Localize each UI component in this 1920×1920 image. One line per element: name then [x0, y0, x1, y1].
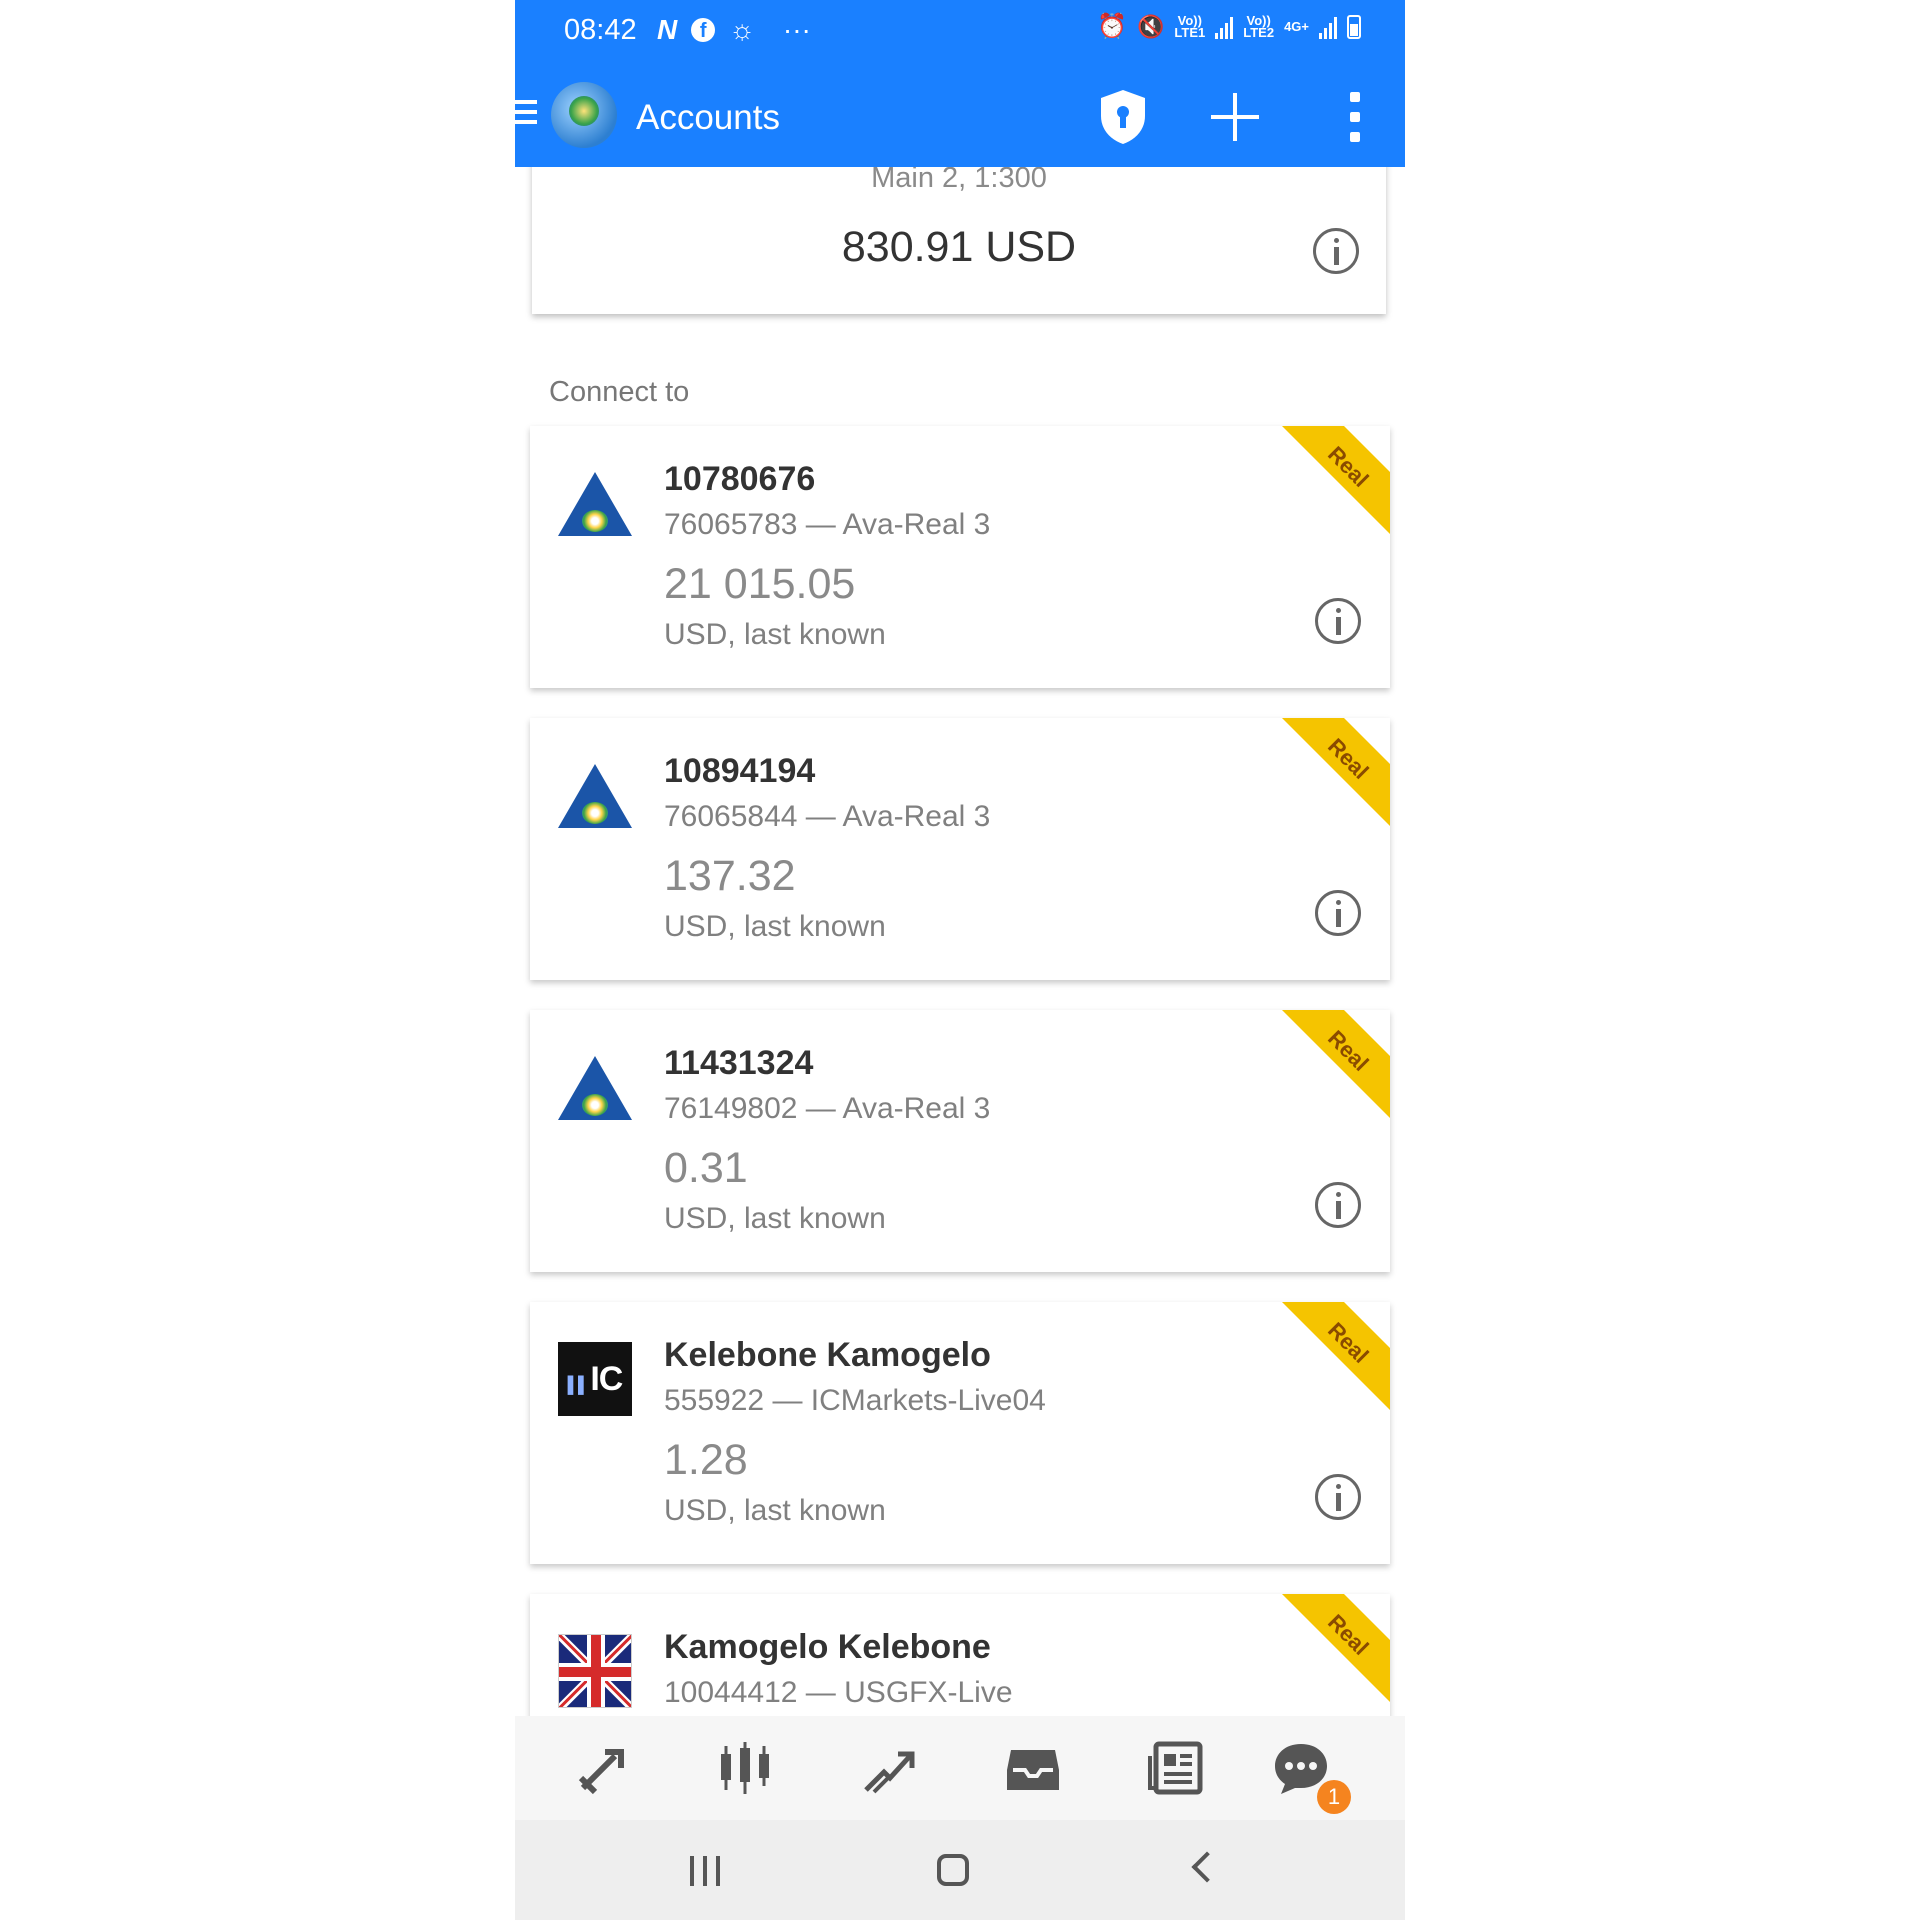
info-icon[interactable] — [1315, 1182, 1361, 1228]
mute-icon: 🔇 — [1137, 13, 1165, 39]
icmarkets-logo: ▌▌IC — [558, 1342, 632, 1416]
account-currency: USD, last known — [664, 1494, 886, 1527]
account-card[interactable]: ▌▌IC Kelebone Kamogelo 555922 — ICMarket… — [530, 1302, 1390, 1564]
ava-logo — [558, 466, 632, 540]
account-balance: 21 015.05 — [664, 560, 856, 608]
system-navigation-bar — [515, 1820, 1405, 1920]
account-currency: USD, last known — [664, 618, 886, 651]
recents-button[interactable] — [690, 1856, 724, 1886]
facebook-icon: f — [691, 18, 716, 42]
trade-icon[interactable] — [860, 1740, 920, 1796]
account-server: 76065844 — Ava-Real 3 — [664, 800, 991, 833]
system-status-icons: ⏰ 🔇 Vo)) LTE1 Vo)) LTE2 4G+ — [1097, 12, 1361, 41]
section-label: Connect to — [549, 376, 690, 408]
account-currency: USD, last known — [664, 910, 886, 943]
volte-lte1-indicator: Vo)) LTE1 — [1174, 12, 1206, 40]
volte-lte2-indicator: Vo)) LTE2 — [1243, 12, 1275, 40]
n-icon: N — [657, 14, 678, 45]
battery-icon — [1347, 14, 1361, 39]
account-balance: 137.32 — [664, 852, 796, 900]
real-badge: Real — [1282, 1594, 1390, 1702]
network-type-indicator: 4G+ — [1284, 18, 1309, 34]
account-card[interactable]: 10780676 76065783 — Ava-Real 3 21 015.05… — [530, 426, 1390, 688]
account-card[interactable]: 11431324 76149802 — Ava-Real 3 0.31 USD,… — [530, 1010, 1390, 1272]
current-account-card[interactable]: Main 2, 1:300 830.91 USD — [532, 150, 1386, 314]
notification-icons: N f ☼ ··· — [657, 14, 811, 46]
account-server: 76149802 — Ava-Real 3 — [664, 1092, 991, 1125]
real-badge: Real — [1282, 1302, 1390, 1410]
home-button[interactable] — [937, 1854, 969, 1886]
security-shield-button[interactable] — [1095, 88, 1151, 146]
account-balance: 1.28 — [664, 1436, 748, 1484]
status-time: 08:42 — [564, 14, 637, 46]
real-badge: Real — [1282, 1010, 1390, 1118]
account-name: 11431324 — [664, 1044, 814, 1082]
app-header: 08:42 N f ☼ ··· ⏰ 🔇 Vo)) LTE1 Vo)) LTE2 4G… — [515, 0, 1405, 167]
chat-notification-badge: 1 — [1317, 1780, 1351, 1814]
add-account-button[interactable] — [1205, 88, 1265, 146]
app-logo — [551, 82, 617, 148]
account-card[interactable]: 10894194 76065844 — Ava-Real 3 137.32 US… — [530, 718, 1390, 980]
page-title: Accounts — [636, 98, 780, 137]
more-dots-icon: ··· — [782, 14, 811, 45]
info-icon[interactable] — [1315, 1474, 1361, 1520]
uk-flag-logo — [558, 1634, 632, 1708]
real-badge: Real — [1282, 718, 1390, 826]
account-server: 555922 — ICMarkets-Live04 — [664, 1384, 1046, 1417]
overflow-menu-button[interactable] — [1345, 92, 1365, 142]
globe-icon: ☼ — [729, 14, 755, 45]
phone-screen: 08:42 N f ☼ ··· ⏰ 🔇 Vo)) LTE1 Vo)) LTE2 4G… — [515, 0, 1405, 1920]
news-icon[interactable] — [1146, 1740, 1206, 1796]
account-balance: 0.31 — [664, 1144, 748, 1192]
real-badge: Real — [1282, 426, 1390, 534]
quotes-icon[interactable] — [575, 1740, 635, 1796]
bottom-navigation: 1 — [515, 1716, 1405, 1820]
back-button[interactable] — [1191, 1851, 1223, 1883]
alarm-icon: ⏰ — [1097, 13, 1127, 40]
account-server: 10044412 — USGFX-Live — [664, 1676, 1013, 1709]
menu-icon[interactable] — [515, 100, 537, 130]
signal-1-icon — [1215, 15, 1234, 39]
ava-logo — [558, 1050, 632, 1124]
account-name: Kelebone Kamogelo — [664, 1336, 991, 1374]
account-name: 10894194 — [664, 752, 816, 790]
chart-icon[interactable] — [715, 1740, 775, 1796]
shield-icon — [1101, 90, 1145, 144]
account-name: 10780676 — [664, 460, 816, 498]
account-currency: USD, last known — [664, 1202, 886, 1235]
signal-2-icon — [1319, 15, 1337, 39]
ava-logo — [558, 758, 632, 832]
account-name: Kamogelo Kelebone — [664, 1628, 991, 1666]
info-icon[interactable] — [1315, 598, 1361, 644]
info-icon[interactable] — [1315, 890, 1361, 936]
account-server: 76065783 — Ava-Real 3 — [664, 508, 991, 541]
history-icon[interactable] — [1003, 1740, 1063, 1796]
current-account-balance: 830.91 USD — [841, 223, 1077, 271]
info-icon[interactable] — [1313, 228, 1359, 274]
